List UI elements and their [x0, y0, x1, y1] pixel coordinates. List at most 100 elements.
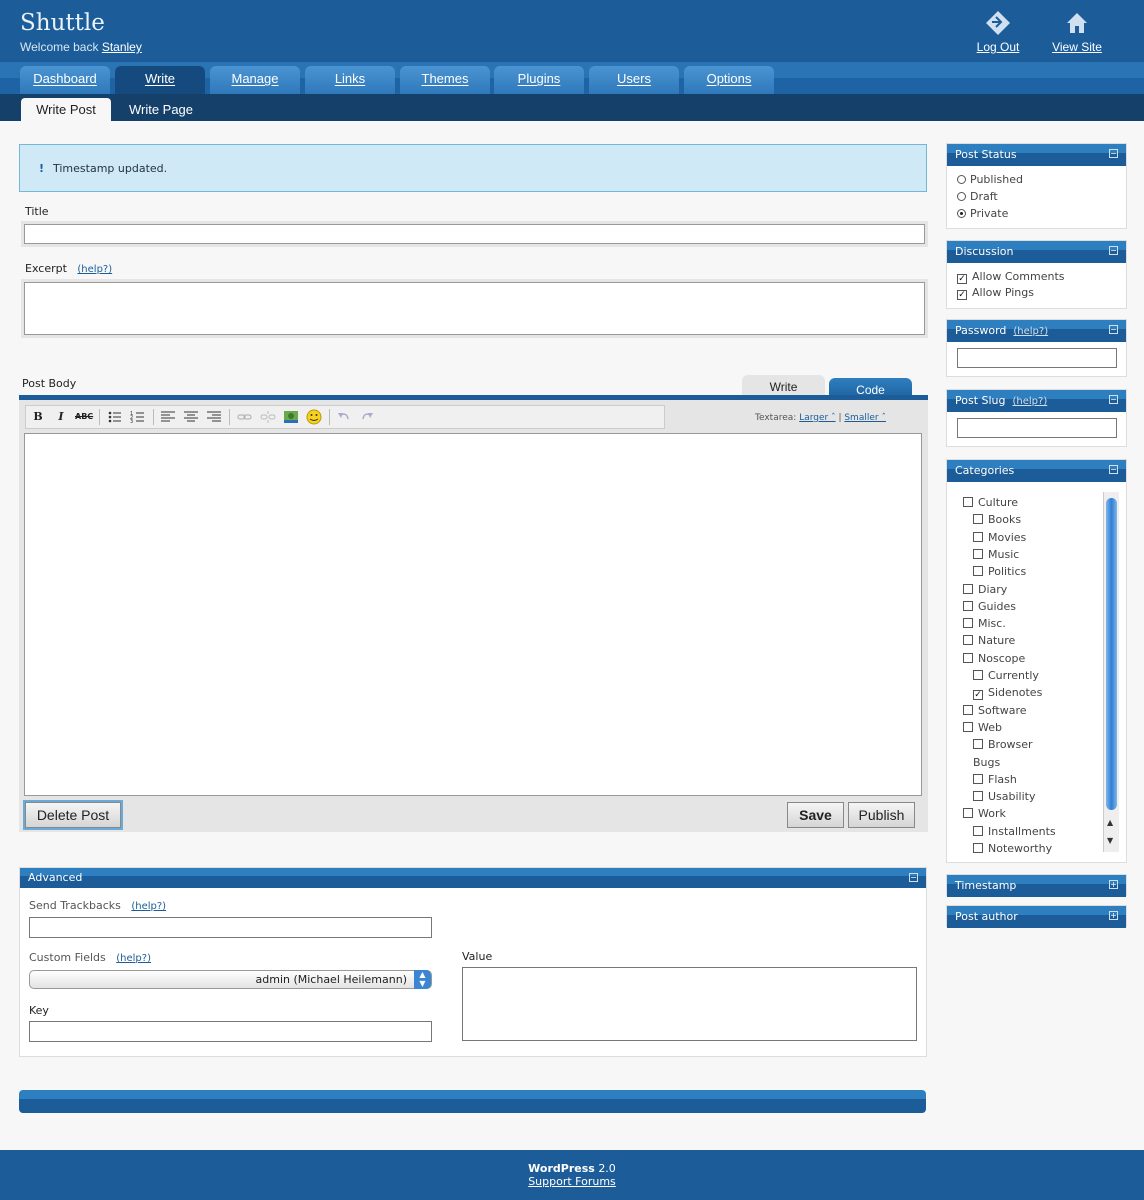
link-icon[interactable]	[236, 409, 254, 425]
align-left-icon[interactable]	[159, 409, 177, 425]
view-site-link[interactable]: View Site	[1042, 10, 1112, 54]
undo-icon[interactable]	[335, 409, 353, 425]
align-center-icon[interactable]	[182, 409, 200, 425]
allow-comments-option[interactable]: ✓ Allow Comments	[957, 270, 1065, 284]
expand-icon[interactable]: +	[1109, 911, 1118, 920]
post-slug-header[interactable]: Post Slug (help?) −	[947, 390, 1126, 412]
textarea-smaller-link[interactable]: Smaller ˆ	[844, 413, 886, 423]
italic-button[interactable]: I	[52, 409, 70, 425]
tab-plugins[interactable]: Plugins	[494, 66, 584, 94]
category-item[interactable]: Music	[973, 548, 1019, 561]
category-item[interactable]: Currently	[973, 669, 1039, 682]
align-right-icon[interactable]	[205, 409, 223, 425]
scrollbar-thumb[interactable]	[1106, 498, 1117, 810]
checkbox[interactable]	[963, 704, 973, 715]
support-forums-link[interactable]: Support Forums	[528, 1175, 616, 1188]
category-item[interactable]: Diary	[963, 583, 1007, 596]
category-item[interactable]: Noscope	[963, 652, 1025, 665]
radio-button-selected[interactable]	[957, 209, 966, 218]
checkbox[interactable]	[963, 635, 973, 646]
collapse-icon[interactable]: −	[1109, 246, 1118, 255]
password-input[interactable]	[957, 348, 1117, 368]
collapse-icon[interactable]: −	[1109, 395, 1118, 404]
tab-users[interactable]: Users	[589, 66, 679, 94]
advanced-header[interactable]: Advanced −	[20, 868, 926, 888]
category-item[interactable]: Nature	[963, 634, 1015, 647]
subtab-write-page[interactable]: Write Page	[116, 98, 206, 121]
category-item[interactable]: Work	[963, 807, 1006, 820]
checkbox[interactable]	[963, 583, 973, 594]
custom-fields-help-link[interactable]: (help?)	[116, 953, 151, 964]
tab-write[interactable]: Write	[115, 66, 205, 96]
post-slug-help-link[interactable]: (help?)	[1013, 396, 1048, 407]
smiley-icon[interactable]	[305, 409, 323, 425]
key-input[interactable]	[29, 1021, 432, 1042]
value-textarea[interactable]	[462, 967, 917, 1041]
tab-links[interactable]: Links	[305, 66, 395, 94]
checkbox[interactable]	[973, 739, 983, 750]
checkbox[interactable]	[973, 566, 983, 577]
post-status-header[interactable]: Post Status −	[947, 144, 1126, 166]
collapse-icon[interactable]: −	[1109, 465, 1118, 474]
timestamp-header[interactable]: Timestamp +	[947, 875, 1126, 897]
bold-button[interactable]: B	[29, 409, 47, 425]
status-private-option[interactable]: Private	[957, 207, 1008, 220]
category-item[interactable]: ✓ Sidenotes	[973, 686, 1042, 701]
title-input[interactable]	[24, 224, 925, 244]
category-item[interactable]: Usability	[973, 790, 1036, 803]
strikethrough-button[interactable]: ABC	[75, 409, 93, 425]
category-item[interactable]: Politics	[973, 565, 1026, 578]
save-button[interactable]: Save	[787, 802, 844, 828]
category-item[interactable]: Bugs	[973, 756, 1000, 769]
allow-pings-option[interactable]: ✓ Allow Pings	[957, 286, 1034, 300]
checkbox[interactable]	[973, 514, 983, 525]
checkbox-checked[interactable]: ✓	[957, 290, 967, 300]
collapse-icon[interactable]: −	[909, 873, 918, 882]
category-item[interactable]: Installments	[973, 825, 1056, 838]
tab-themes[interactable]: Themes	[400, 66, 490, 94]
checkbox[interactable]	[973, 825, 983, 836]
collapse-icon[interactable]: −	[1109, 149, 1118, 158]
checkbox[interactable]	[973, 773, 983, 784]
checkbox-checked[interactable]: ✓	[957, 274, 967, 284]
checkbox[interactable]	[963, 600, 973, 611]
category-item[interactable]: Noteworthy	[973, 842, 1052, 855]
numbered-list-icon[interactable]: 123	[129, 409, 147, 425]
collapse-icon[interactable]: −	[1109, 325, 1118, 334]
category-item[interactable]: Flash	[973, 773, 1017, 786]
post-body-textarea[interactable]	[24, 433, 922, 796]
image-icon[interactable]	[282, 409, 300, 425]
checkbox[interactable]	[963, 618, 973, 629]
unlink-icon[interactable]	[259, 409, 277, 425]
site-title[interactable]: Shuttle	[20, 10, 105, 36]
subtab-write-post[interactable]: Write Post	[21, 98, 111, 121]
checkbox[interactable]	[973, 791, 983, 802]
scroll-down-icon[interactable]: ▼	[1107, 836, 1113, 845]
checkbox[interactable]	[963, 652, 973, 663]
checkbox-checked[interactable]: ✓	[973, 690, 983, 701]
post-slug-input[interactable]	[957, 418, 1117, 438]
category-item[interactable]: Books	[973, 513, 1021, 526]
custom-field-select[interactable]: admin (Michael Heilemann) ▲ ▼	[29, 970, 432, 989]
expand-icon[interactable]: +	[1109, 880, 1118, 889]
category-item[interactable]: Web	[963, 721, 1002, 734]
checkbox[interactable]	[973, 531, 983, 542]
radio-button[interactable]	[957, 192, 966, 201]
bullet-list-icon[interactable]	[106, 409, 124, 425]
logout-link[interactable]: Log Out	[963, 10, 1033, 54]
tab-manage[interactable]: Manage	[210, 66, 300, 94]
excerpt-input[interactable]	[24, 282, 925, 335]
redo-icon[interactable]	[358, 409, 376, 425]
status-draft-option[interactable]: Draft	[957, 190, 998, 203]
category-item[interactable]: Software	[963, 704, 1027, 717]
checkbox[interactable]	[973, 843, 983, 853]
tab-options[interactable]: Options	[684, 66, 774, 94]
post-author-header[interactable]: Post author +	[947, 906, 1126, 928]
tab-dashboard[interactable]: Dashboard	[20, 66, 110, 94]
category-item[interactable]: Browser	[973, 738, 1033, 751]
password-help-link[interactable]: (help?)	[1013, 326, 1048, 337]
checkbox[interactable]	[963, 721, 973, 732]
excerpt-help-link[interactable]: (help?)	[77, 264, 112, 275]
category-item[interactable]: Movies	[973, 531, 1026, 544]
delete-post-button[interactable]: Delete Post	[23, 800, 123, 830]
